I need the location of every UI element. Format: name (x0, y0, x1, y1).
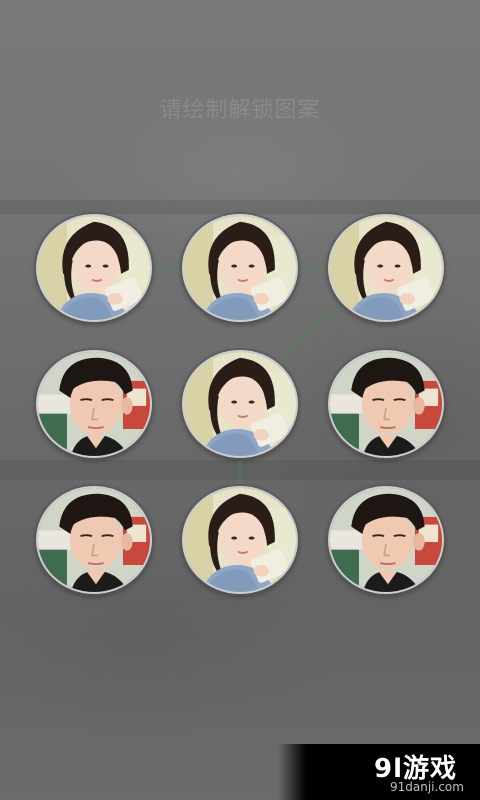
pattern-dot-3[interactable] (328, 214, 444, 322)
boy-portrait-photo (330, 352, 442, 456)
boy-portrait-photo (330, 488, 442, 592)
pattern-dot-8[interactable] (182, 486, 298, 594)
girl-reading-photo (38, 216, 150, 320)
girl-reading-photo (184, 216, 296, 320)
girl-reading-photo (184, 352, 296, 456)
pattern-dot-4[interactable] (36, 350, 152, 458)
pattern-dot-2[interactable] (182, 214, 298, 322)
pattern-dot-1[interactable] (36, 214, 152, 322)
girl-reading-photo (330, 216, 442, 320)
girl-reading-photo (184, 488, 296, 592)
boy-portrait-photo (38, 352, 150, 456)
pattern-dot-6[interactable] (328, 350, 444, 458)
pattern-dot-5[interactable] (182, 350, 298, 458)
watermark-url: 91danji.com (390, 780, 464, 794)
lock-screen: 请绘制解锁图案 9l游戏 91danji.com (0, 0, 480, 800)
pattern-dot-9[interactable] (328, 486, 444, 594)
watermark: 9l游戏 91danji.com (278, 744, 480, 800)
pattern-dot-7[interactable] (36, 486, 152, 594)
boy-portrait-photo (38, 488, 150, 592)
